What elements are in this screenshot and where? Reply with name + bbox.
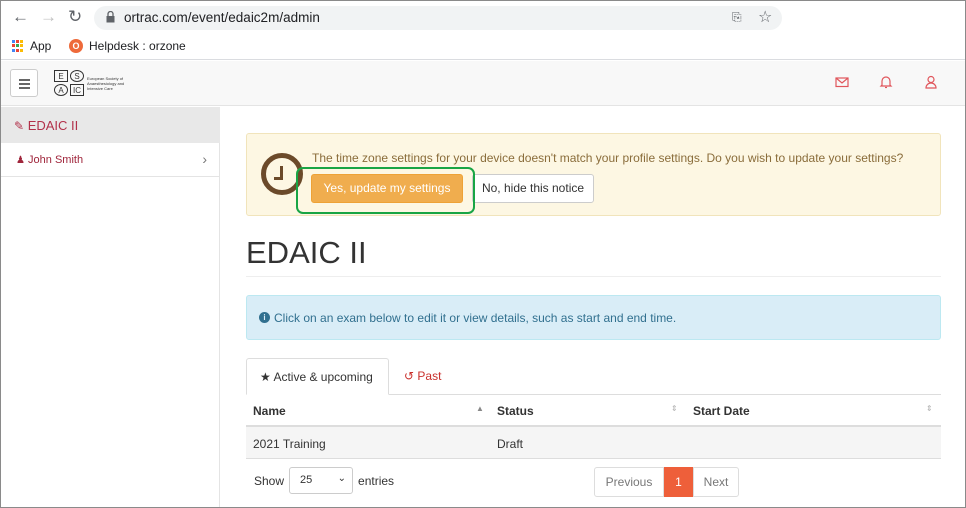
bookmarks-bar: App O Helpdesk : orzone	[1, 34, 965, 60]
bookmark-helpdesk[interactable]: O Helpdesk : orzone	[69, 39, 186, 53]
forward-arrow-icon[interactable]: →	[40, 7, 57, 27]
divider	[246, 276, 941, 277]
sidebar-item-user[interactable]: ♟ John Smith ›	[1, 143, 220, 177]
user-silhouette-icon: ♟	[16, 155, 25, 166]
length-suffix: entries	[358, 473, 395, 488]
column-header-start-date[interactable]: Start Date	[693, 404, 750, 418]
url-text: ortrac.com/event/edaic2m/admin	[124, 10, 320, 25]
edit-square-icon: ✎	[14, 119, 25, 133]
star-icon: ★	[260, 370, 271, 384]
tab-label: Past	[417, 369, 442, 383]
bookmark-star-icon[interactable]: ☆	[758, 7, 772, 27]
hamburger-line	[19, 83, 30, 85]
back-arrow-icon[interactable]: ←	[12, 7, 29, 27]
hide-notice-button[interactable]: No, hide this notice	[472, 174, 594, 203]
cell-name: 2021 Training	[253, 437, 326, 451]
sort-asc-icon[interactable]: ▲	[476, 404, 484, 413]
entries-value: 25	[300, 474, 313, 486]
logo-mark: E S A IC	[54, 70, 84, 96]
lock-icon	[106, 11, 115, 23]
page-1-button[interactable]: 1	[664, 467, 693, 497]
highlight-box	[296, 167, 475, 214]
address-bar[interactable]: ortrac.com/event/edaic2m/admin ⎘ ☆	[94, 6, 782, 30]
logo-text: European Society of Anaesthesiology and …	[87, 75, 125, 91]
bookmark-label: App	[30, 39, 52, 53]
translate-icon[interactable]: ⎘	[732, 10, 742, 25]
bookmark-apps[interactable]: App	[12, 39, 51, 53]
logo-letter: IC	[70, 84, 84, 96]
envelope-icon[interactable]	[834, 74, 850, 90]
length-prefix: Show	[254, 473, 285, 488]
browser-toolbar: ← → ↻ ortrac.com/event/edaic2m/admin ⎘ ☆	[1, 1, 965, 34]
hamburger-line	[19, 79, 30, 81]
page-title: EDAIC II	[246, 235, 367, 270]
table-row[interactable]: 2021 Training Draft	[246, 427, 941, 459]
cell-status: Draft	[497, 437, 524, 451]
exam-tabs: ★ Active & upcoming ↺ Past	[246, 358, 941, 395]
length-menu: Show 25 ⌄ entries	[254, 467, 394, 494]
sidebar: ✎ EDAIC II ♟ John Smith ›	[1, 107, 220, 507]
logo-letter: S	[70, 70, 84, 82]
sidebar-item-edaic[interactable]: ✎ EDAIC II	[1, 107, 220, 143]
column-header-name[interactable]: Name	[253, 404, 286, 418]
bell-icon[interactable]	[878, 74, 894, 90]
hamburger-line	[19, 87, 30, 89]
chevron-down-icon: ⌄	[337, 473, 347, 484]
orzone-favicon-icon: O	[69, 39, 83, 53]
tab-active-upcoming[interactable]: ★ Active & upcoming	[246, 358, 389, 395]
info-alert: i Click on an exam below to edit it or v…	[246, 295, 941, 340]
pagination: Previous 1 Next	[594, 467, 739, 497]
user-icon[interactable]	[923, 74, 939, 90]
exam-table: Name ▲ Status ⇕ Start Date ⇕ 2021 Traini…	[246, 395, 941, 459]
sort-both-icon[interactable]: ⇕	[671, 404, 678, 413]
apps-grid-icon	[12, 40, 24, 52]
logo-letter: A	[54, 84, 68, 96]
next-page-button[interactable]: Next	[693, 467, 739, 497]
sidebar-user-name: John Smith	[28, 154, 84, 166]
table-header: Name ▲ Status ⇕ Start Date ⇕	[246, 395, 941, 427]
column-header-status[interactable]: Status	[497, 404, 534, 418]
info-icon: i	[259, 312, 270, 323]
chevron-right-icon: ›	[202, 151, 207, 167]
esaic-logo[interactable]: E S A IC European Society of Anaesthesio…	[54, 70, 127, 96]
browser-window: ← → ↻ ortrac.com/event/edaic2m/admin ⎘ ☆…	[0, 0, 966, 508]
history-icon: ↺	[404, 369, 415, 383]
tab-past[interactable]: ↺ Past	[404, 358, 441, 395]
entries-select[interactable]: 25 ⌄	[289, 467, 354, 494]
sidebar-item-label: EDAIC II	[27, 118, 79, 133]
app-header: E S A IC European Society of Anaesthesio…	[1, 61, 965, 106]
info-alert-text: Click on an exam below to edit it or vie…	[274, 311, 677, 325]
logo-letter: E	[54, 70, 68, 82]
previous-page-button[interactable]: Previous	[594, 467, 664, 497]
tab-label: Active & upcoming	[273, 370, 373, 384]
menu-toggle-button[interactable]	[10, 69, 38, 97]
sort-both-icon[interactable]: ⇕	[926, 404, 933, 413]
bookmark-label: Helpdesk : orzone	[89, 39, 186, 53]
reload-icon[interactable]: ↻	[68, 7, 82, 27]
timezone-alert-message: The time zone settings for your device d…	[312, 151, 904, 165]
